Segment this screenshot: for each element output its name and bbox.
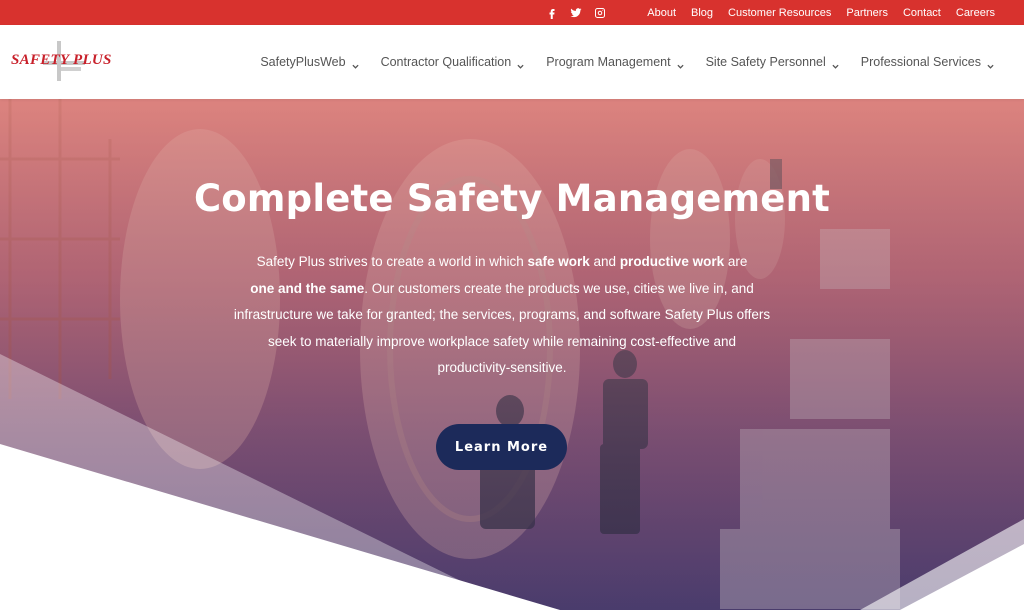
nav-contractor-qualification[interactable]: Contractor Qualification: [381, 55, 525, 69]
hero-section: Complete Safety Management Safety Plus s…: [0, 99, 1024, 610]
logo-text: SAFETY PLUS: [11, 52, 112, 68]
top-link-about[interactable]: About: [647, 7, 676, 19]
chevron-down-icon: [351, 59, 359, 69]
hero-text-part: Safety Plus strives to create a world in…: [256, 254, 528, 269]
facebook-icon[interactable]: [545, 6, 558, 19]
learn-more-button[interactable]: Learn More: [436, 424, 567, 470]
top-link-customer-resources[interactable]: Customer Resources: [728, 7, 831, 19]
nav-label: Contractor Qualification: [380, 55, 512, 69]
hero-text-part: and: [589, 254, 620, 269]
safety-plus-logo[interactable]: SAFETY PLUS: [11, 39, 126, 85]
top-links: About Blog Customer Resources Partners C…: [632, 7, 995, 19]
hero-bold-one-and-the-same: one and the same: [250, 280, 365, 296]
instagram-icon[interactable]: [593, 6, 606, 19]
nav-program-management[interactable]: Program Management: [546, 55, 684, 69]
nav-label: Site Safety Personnel: [705, 55, 826, 69]
nav-site-safety-personnel[interactable]: Site Safety Personnel: [706, 55, 839, 69]
hero-bold-safe-work: safe work: [527, 254, 590, 269]
top-link-partners[interactable]: Partners: [846, 7, 888, 19]
nav-safetyplusweb[interactable]: SafetyPlusWeb: [260, 55, 359, 69]
twitter-icon[interactable]: [569, 6, 582, 19]
hero-bold-productive-work: productive work: [619, 254, 725, 269]
chevron-down-icon: [676, 59, 684, 69]
hero-description: Safety Plus strives to create a world in…: [232, 249, 772, 382]
top-link-blog[interactable]: Blog: [691, 7, 713, 19]
main-nav: SafetyPlusWeb Contractor Qualification P…: [238, 25, 994, 99]
top-link-contact[interactable]: Contact: [903, 7, 941, 19]
social-links: [534, 6, 606, 19]
chevron-down-icon: [987, 59, 994, 69]
nav-label: Program Management: [546, 55, 671, 69]
chevron-down-icon: [832, 59, 839, 69]
nav-professional-services[interactable]: Professional Services: [861, 55, 994, 69]
main-header: SAFETY PLUS SafetyPlusWeb Contractor Qua…: [0, 25, 1024, 99]
top-link-careers[interactable]: Careers: [956, 7, 995, 19]
chevron-down-icon: [517, 59, 524, 69]
nav-label: Professional Services: [860, 55, 981, 69]
nav-label: SafetyPlusWeb: [260, 55, 346, 69]
hero-text-part: are: [724, 254, 748, 269]
hero-title: Complete Safety Management: [193, 177, 831, 220]
top-utility-bar: About Blog Customer Resources Partners C…: [0, 0, 1024, 25]
